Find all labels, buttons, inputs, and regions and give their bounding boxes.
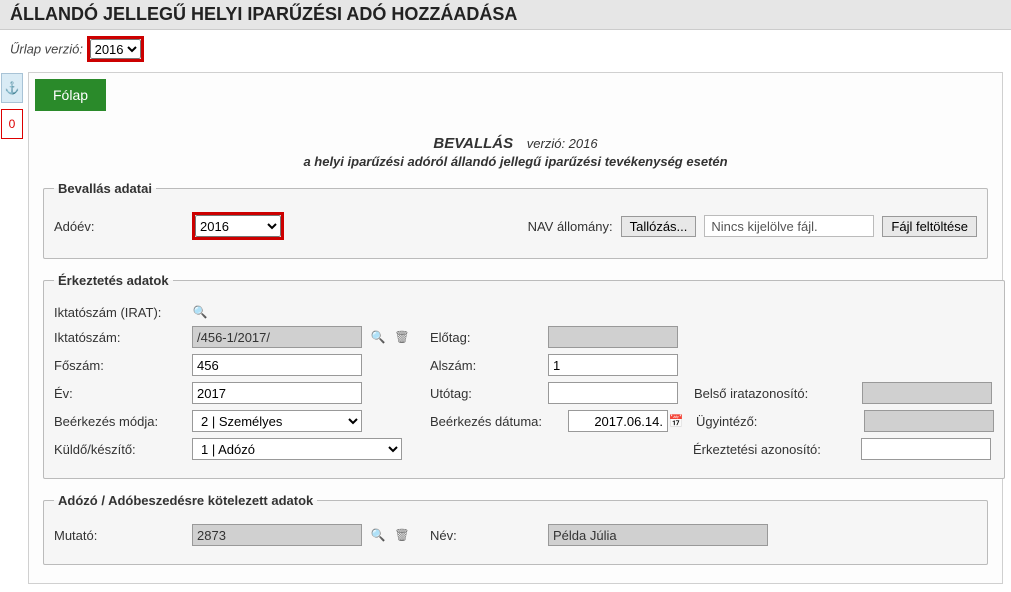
elotag-field — [548, 326, 678, 348]
utotag-field[interactable] — [548, 382, 678, 404]
mutato-label: Mutató: — [54, 528, 184, 543]
form-version-label: Űrlap verzió: — [10, 42, 83, 57]
search-icon[interactable]: 🔍 — [192, 304, 208, 320]
iktatoszam-irat-label: Iktatószám (IRAT): — [54, 305, 184, 320]
utotag-label: Utótag: — [430, 386, 540, 401]
belso-field — [862, 382, 992, 404]
anchor-flag[interactable]: ⚓ — [1, 73, 23, 103]
doc-title: BEVALLÁS — [433, 135, 513, 152]
side-flags: ⚓ 0 — [1, 73, 23, 145]
beerkezes-datuma-field[interactable] — [568, 410, 668, 432]
error-flag[interactable]: 0 — [1, 109, 23, 139]
elotag-label: Előtag: — [430, 330, 540, 345]
group-erkeztetes: Érkeztetés adatok Iktatószám (IRAT): 🔍 I… — [43, 273, 1005, 479]
nav-allomany-label: NAV állomány: — [528, 219, 613, 234]
form-version-highlight: 2016 — [87, 36, 144, 62]
belso-label: Belső iratazonosító: — [694, 386, 854, 401]
iktatoszam-label: Iktatószám: — [54, 330, 184, 345]
tab-folap[interactable]: Fólap — [35, 79, 106, 111]
iktatoszam-field — [192, 326, 362, 348]
foszam-label: Főszám: — [54, 358, 184, 373]
erk-azon-label: Érkeztetési azonosító: — [693, 442, 853, 457]
kuldo-select[interactable]: 1 | Adózó — [192, 438, 402, 460]
beerkezes-datuma-label: Beérkezés dátuma: — [430, 414, 560, 429]
calendar-icon[interactable]: 📅 — [668, 413, 684, 429]
ev-label: Év: — [54, 386, 184, 401]
doc-subtitle: a helyi iparűzési adóról állandó jellegű… — [43, 154, 988, 169]
form-version-select[interactable]: 2016 — [90, 39, 141, 59]
group-erkeztetes-legend: Érkeztetés adatok — [54, 273, 173, 288]
adoev-highlight: 2016 — [192, 212, 284, 240]
ugyintezo-label: Ügyintéző: — [696, 414, 856, 429]
beerkezes-modja-label: Beérkezés módja: — [54, 414, 184, 429]
main-panel: ⚓ 0 Fólap BEVALLÁS verzió: 2016 a helyi … — [28, 72, 1003, 584]
file-status: Nincs kijelölve fájl. — [704, 215, 874, 237]
group-bevallas-adatai: Bevallás adatai Adóév: 2016 NAV állomány… — [43, 181, 988, 259]
ev-field[interactable] — [192, 382, 362, 404]
browse-button[interactable]: Tallózás... — [621, 216, 697, 237]
ugyintezo-field — [864, 410, 994, 432]
adoev-select[interactable]: 2016 — [195, 215, 281, 237]
doc-title-row: BEVALLÁS verzió: 2016 — [43, 135, 988, 152]
adoev-label: Adóév: — [54, 219, 184, 234]
doc-version: verzió: 2016 — [527, 136, 598, 151]
search-icon[interactable]: 🔍 — [370, 329, 386, 345]
nev-field — [548, 524, 768, 546]
erk-azon-field[interactable] — [861, 438, 991, 460]
group-adozo-legend: Adózó / Adóbeszedésre kötelezett adatok — [54, 493, 317, 508]
trash-icon[interactable]: 🗑 — [394, 329, 410, 345]
nev-label: Név: — [430, 528, 540, 543]
alszam-field[interactable] — [548, 354, 678, 376]
page-header: ÁLLANDÓ JELLEGŰ HELYI IPARŰZÉSI ADÓ HOZZ… — [0, 0, 1011, 30]
form-version-row: Űrlap verzió: 2016 — [0, 30, 1011, 72]
alszam-label: Alszám: — [430, 358, 540, 373]
error-count: 0 — [9, 117, 16, 131]
kuldo-label: Küldő/készítő: — [54, 442, 184, 457]
group-adozo: Adózó / Adóbeszedésre kötelezett adatok … — [43, 493, 988, 565]
anchor-icon: ⚓ — [5, 81, 20, 95]
upload-button[interactable]: Fájl feltöltése — [882, 216, 977, 237]
beerkezes-modja-select[interactable]: 2 | Személyes — [192, 410, 362, 432]
page-title: ÁLLANDÓ JELLEGŰ HELYI IPARŰZÉSI ADÓ HOZZ… — [10, 4, 1001, 25]
group-bevallas-legend: Bevallás adatai — [54, 181, 156, 196]
mutato-field — [192, 524, 362, 546]
form-panel: BEVALLÁS verzió: 2016 a helyi iparűzési … — [29, 111, 1002, 583]
foszam-field[interactable] — [192, 354, 362, 376]
